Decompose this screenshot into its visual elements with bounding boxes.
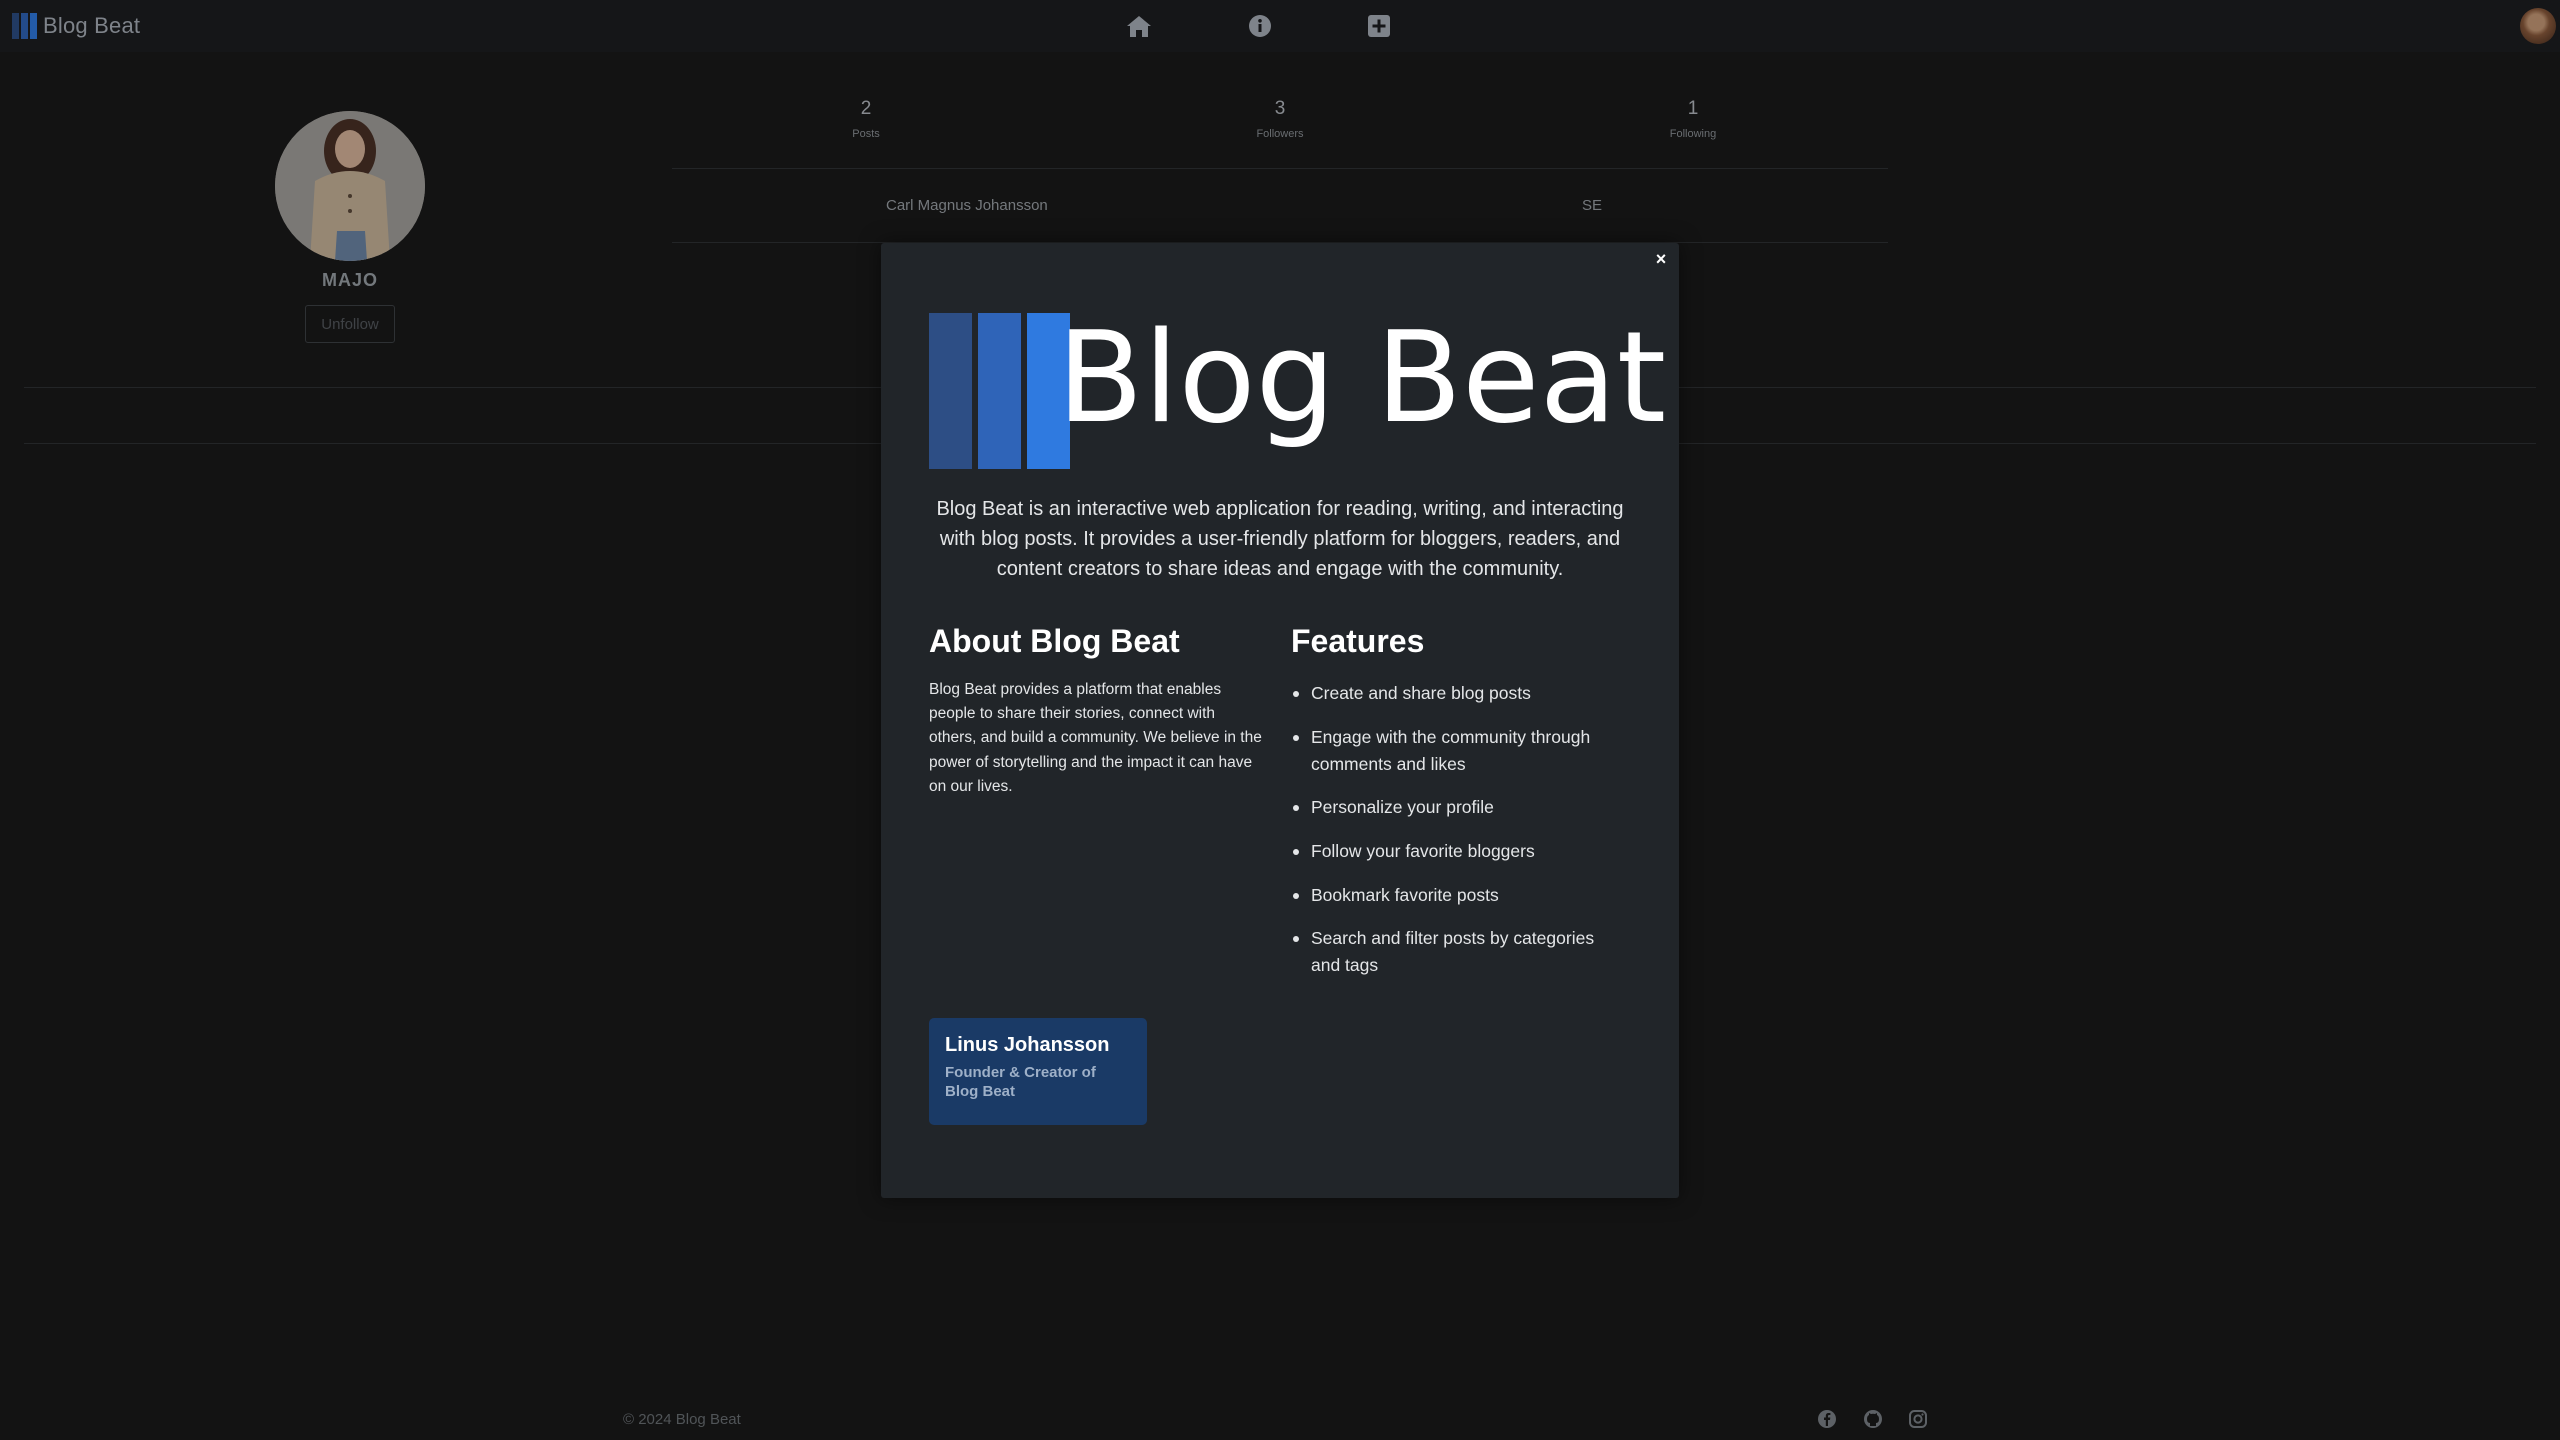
feature-item: Bookmark favorite posts bbox=[1291, 882, 1611, 909]
modal-intro: Blog Beat is an interactive web applicat… bbox=[936, 498, 1624, 580]
about-text: Blog Beat provides a platform that enabl… bbox=[929, 681, 1262, 795]
close-icon[interactable]: × bbox=[1649, 247, 1673, 271]
about-title: About Blog Beat bbox=[929, 623, 1180, 659]
feature-item: Create and share blog posts bbox=[1291, 680, 1611, 707]
feature-item: Personalize your profile bbox=[1291, 794, 1611, 821]
feature-item: Search and filter posts by categories an… bbox=[1291, 925, 1611, 979]
feature-item: Follow your favorite bloggers bbox=[1291, 838, 1611, 865]
founder-card: Linus Johansson Founder & Creator of Blo… bbox=[929, 1018, 1147, 1125]
features-title: Features bbox=[1291, 623, 1425, 659]
feature-item: Engage with the community through commen… bbox=[1291, 724, 1611, 778]
about-modal: × Blog Beat Blog Beat is an interactive … bbox=[881, 243, 1679, 1198]
blog-beat-logo bbox=[929, 313, 1070, 469]
founder-name: Linus Johansson bbox=[945, 1034, 1110, 1056]
logo-text: Blog Beat bbox=[1057, 304, 1667, 451]
logo-bars-icon bbox=[929, 313, 1070, 469]
founder-role: Founder & Creator of Blog Beat bbox=[945, 1064, 1096, 1100]
